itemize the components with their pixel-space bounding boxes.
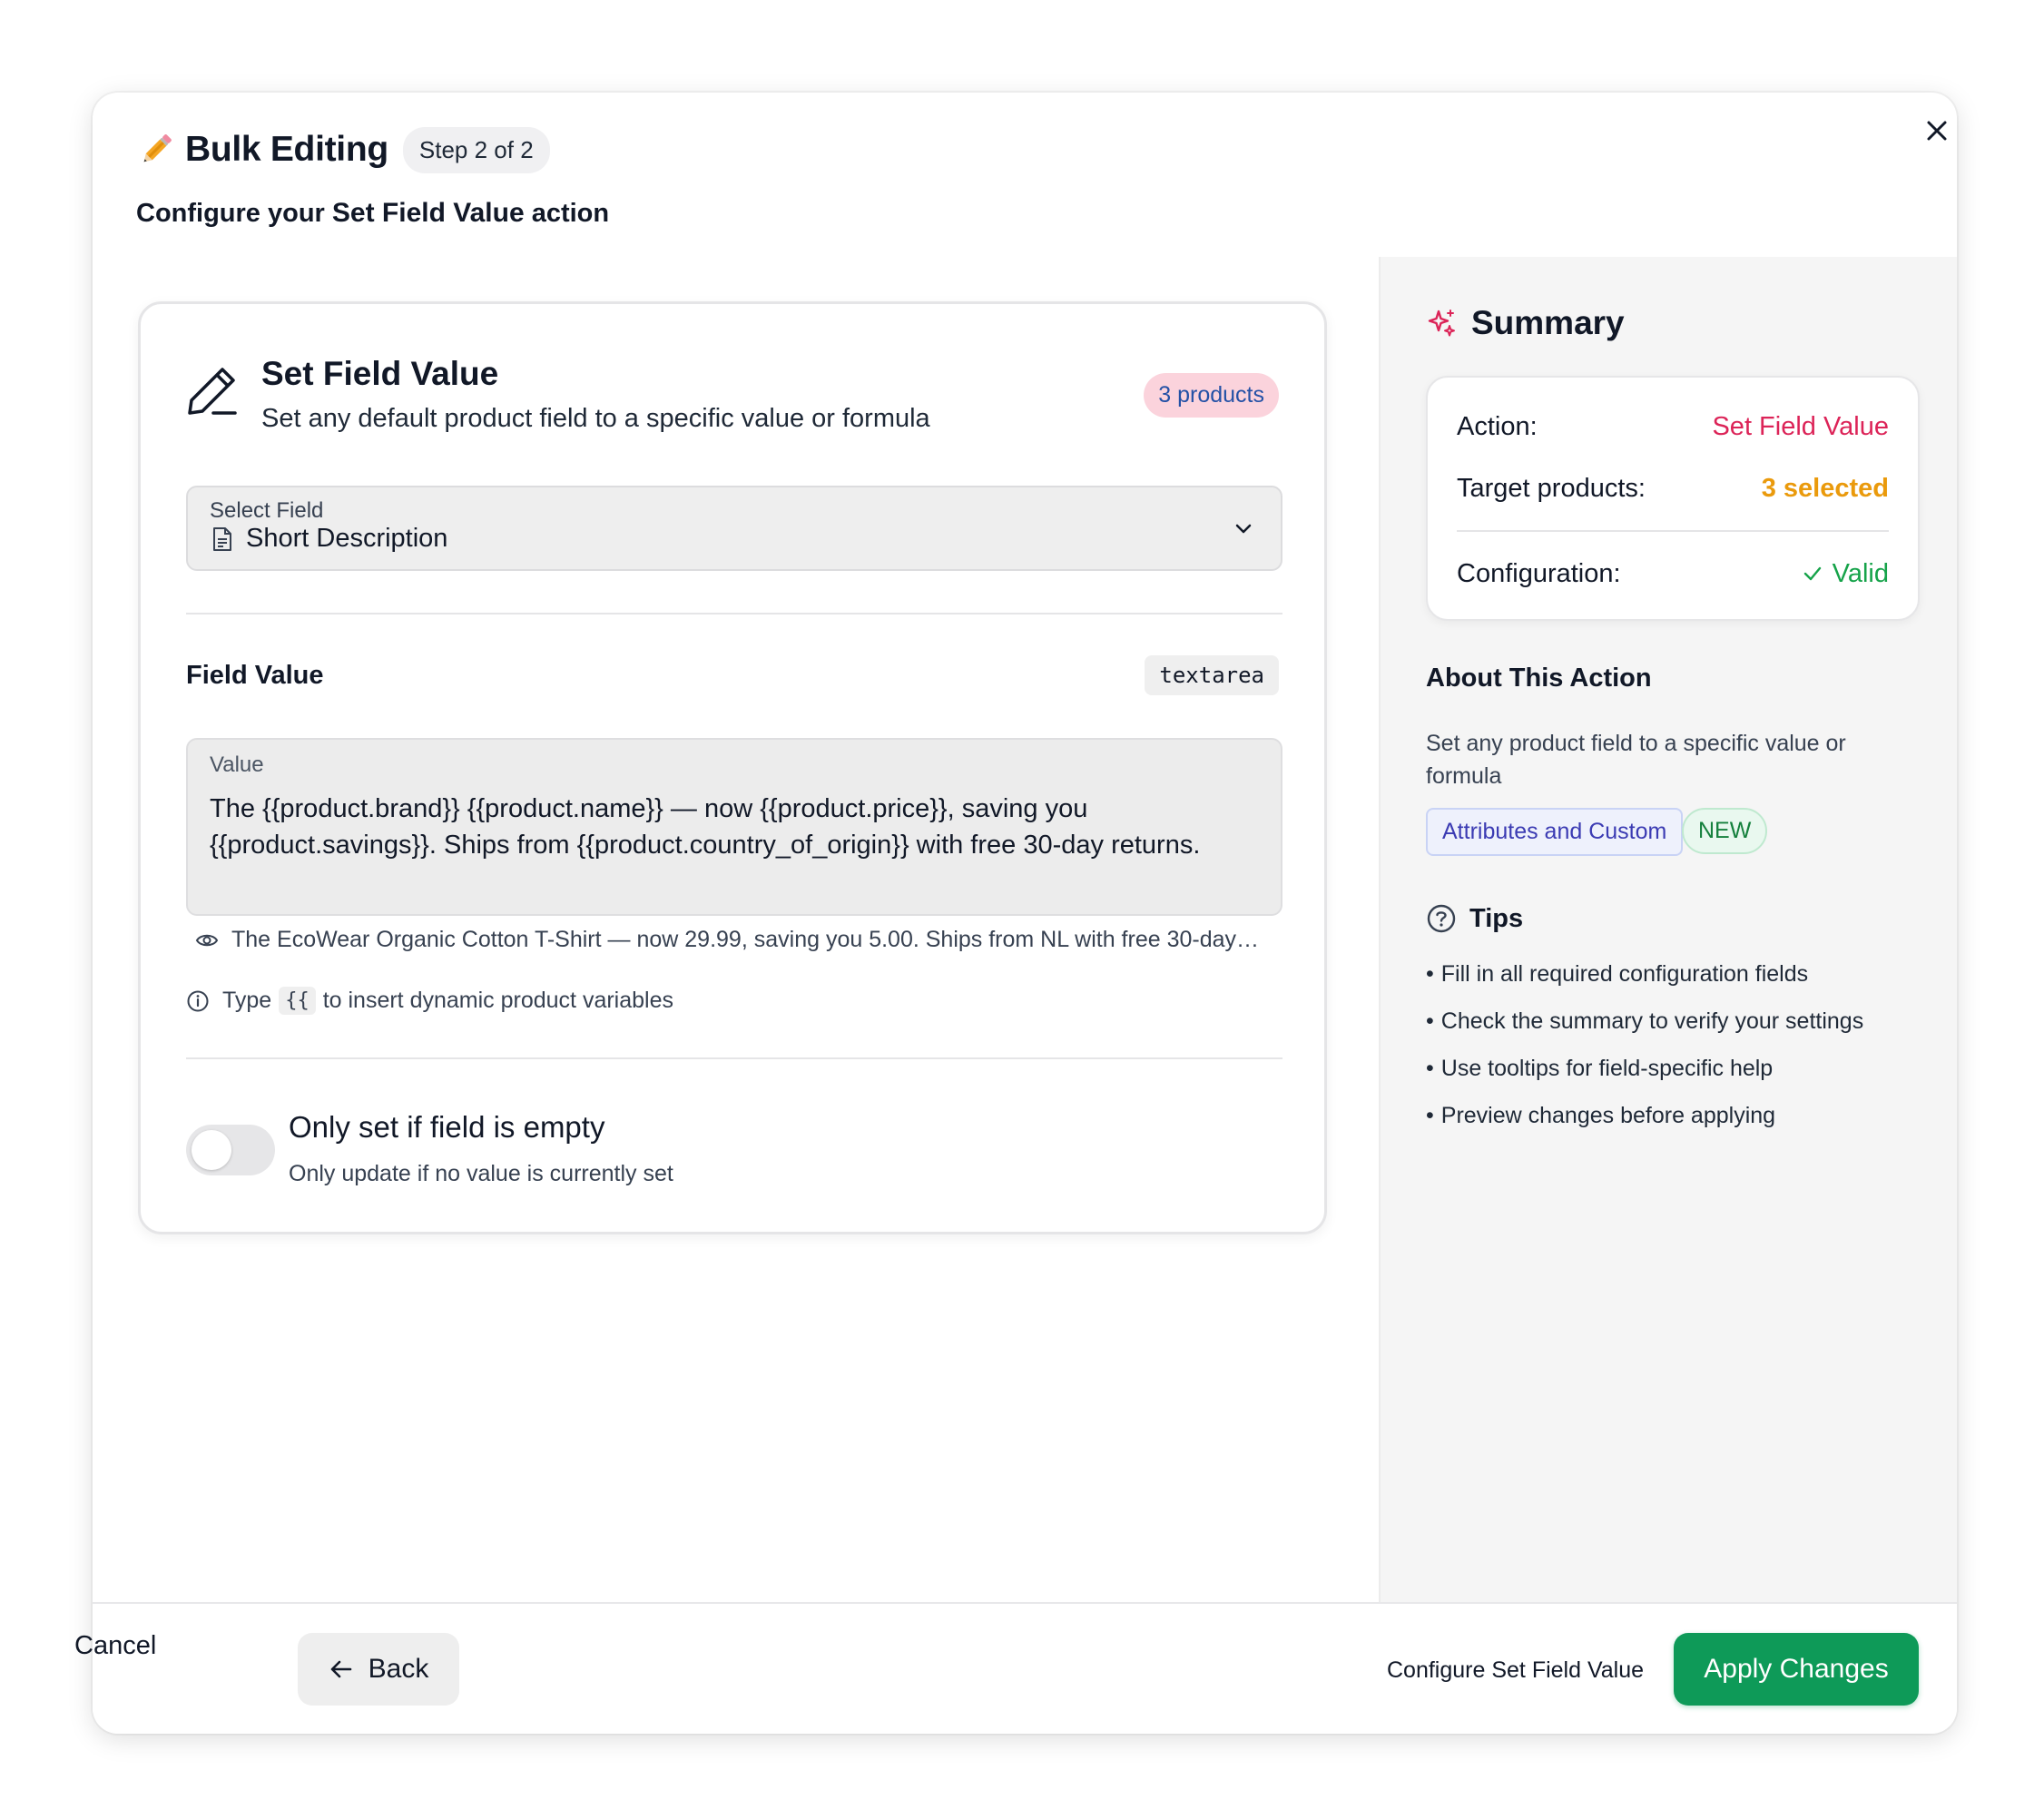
summary-divider bbox=[1457, 530, 1889, 532]
summary-key: Action: bbox=[1457, 411, 1538, 441]
value-textarea-content[interactable]: The {{product.brand}} {{product.name}} —… bbox=[210, 791, 1259, 863]
select-field-dropdown[interactable]: Select Field Short Description bbox=[186, 486, 1282, 571]
card-description: Set any default product field to a speci… bbox=[261, 404, 930, 433]
category-badge: Attributes and Custom bbox=[1426, 808, 1684, 856]
summary-row-configuration: Configuration: Valid bbox=[1457, 556, 1889, 592]
valid-text: Valid bbox=[1832, 558, 1889, 588]
pencil-emoji-icon bbox=[143, 134, 172, 162]
section-divider bbox=[186, 1057, 1282, 1059]
chevron-down-icon bbox=[1235, 524, 1252, 534]
field-type-badge: textarea bbox=[1145, 655, 1279, 695]
tip-item: Fill in all required configuration field… bbox=[1426, 956, 1863, 1003]
toggle-title: Only set if field is empty bbox=[289, 1110, 605, 1144]
modal-header: Bulk Editing Step 2 of 2 Configure your … bbox=[136, 125, 1913, 261]
card-title: Set Field Value bbox=[261, 355, 499, 392]
new-badge: NEW bbox=[1682, 808, 1768, 854]
help-circle-icon bbox=[1427, 904, 1456, 933]
summary-action-value: Set Field Value bbox=[1712, 411, 1889, 441]
tip-item: Preview changes before applying bbox=[1426, 1097, 1863, 1145]
about-title: About This Action bbox=[1426, 664, 1652, 693]
subtitle-suffix: action bbox=[524, 199, 610, 228]
bulk-editing-modal: Bulk Editing Step 2 of 2 Configure your … bbox=[93, 93, 1957, 1734]
tips-title: Tips bbox=[1469, 903, 1524, 933]
modal-subtitle: Configure your Set Field Value action bbox=[136, 198, 1913, 229]
check-icon bbox=[1803, 566, 1821, 581]
hint-code-chip: {{ bbox=[279, 987, 316, 1015]
select-field-value-row: Short Description bbox=[211, 524, 447, 554]
eye-icon bbox=[195, 934, 219, 946]
info-icon bbox=[187, 990, 209, 1011]
select-field-label: Select Field bbox=[210, 498, 324, 523]
value-textarea-label: Value bbox=[210, 752, 264, 777]
tip-item: Use tooltips for field-specific help bbox=[1426, 1050, 1863, 1097]
modal-title: Bulk Editing bbox=[185, 130, 388, 169]
preview-text: The EcoWear Organic Cotton T-Shirt — now… bbox=[231, 927, 1260, 952]
pencil-icon bbox=[188, 368, 237, 415]
configure-status-text: Configure Set Field Value bbox=[1387, 1657, 1645, 1683]
hint-prefix: Type bbox=[222, 988, 272, 1013]
close-button[interactable] bbox=[1919, 113, 1955, 149]
summary-row-action: Action: Set Field Value bbox=[1457, 408, 1889, 445]
back-label: Back bbox=[368, 1654, 429, 1684]
summary-header: Summary bbox=[1426, 304, 1625, 342]
arrow-left-icon bbox=[330, 1660, 351, 1678]
sparkles-icon bbox=[1428, 310, 1455, 337]
back-button[interactable]: Back bbox=[298, 1633, 459, 1706]
summary-row-target: Target products: 3 selected bbox=[1457, 470, 1889, 506]
field-value-heading: Field Value bbox=[186, 661, 324, 690]
action-config-card: Set Field Value Set any default product … bbox=[138, 301, 1327, 1234]
select-field-value: Short Description bbox=[246, 524, 448, 553]
only-if-empty-toggle[interactable] bbox=[186, 1125, 275, 1175]
subtitle-action: Set Field Value bbox=[331, 198, 525, 228]
value-preview: The EcoWear Organic Cotton T-Shirt — now… bbox=[195, 927, 1284, 953]
subtitle-prefix: Configure your bbox=[136, 199, 332, 228]
variables-hint: Type {{ to insert dynamic product variab… bbox=[186, 987, 673, 1015]
document-icon bbox=[213, 526, 231, 551]
hint-suffix: to insert dynamic product variables bbox=[322, 988, 673, 1013]
toggle-knob bbox=[192, 1130, 231, 1170]
toggle-description: Only update if no value is currently set bbox=[289, 1161, 673, 1186]
summary-title: Summary bbox=[1471, 304, 1625, 341]
close-icon bbox=[1927, 121, 1947, 141]
summary-target-value: 3 selected bbox=[1761, 473, 1889, 503]
step-badge: Step 2 of 2 bbox=[402, 126, 550, 173]
summary-key: Target products: bbox=[1457, 473, 1646, 503]
products-count-badge: 3 products bbox=[1144, 373, 1279, 418]
value-textarea[interactable]: Value The {{product.brand}} {{product.na… bbox=[186, 738, 1282, 916]
summary-card: Action: Set Field Value Target products:… bbox=[1426, 376, 1920, 621]
title-row: Bulk Editing Step 2 of 2 bbox=[136, 125, 1913, 174]
tips-header: Tips bbox=[1426, 903, 1523, 934]
tips-list: Fill in all required configuration field… bbox=[1426, 956, 1863, 1145]
cancel-button[interactable]: Cancel bbox=[53, 1631, 178, 1661]
tip-item: Check the summary to verify your setting… bbox=[1426, 1003, 1863, 1050]
about-description: Set any product field to a specific valu… bbox=[1426, 731, 1846, 789]
summary-key: Configuration: bbox=[1457, 558, 1621, 588]
section-divider bbox=[186, 613, 1282, 615]
apply-changes-button[interactable]: Apply Changes bbox=[1674, 1633, 1919, 1706]
summary-valid-value: Valid bbox=[1802, 559, 1889, 589]
summary-sidepanel: Summary Action: Set Field Value Target p… bbox=[1379, 257, 1957, 1602]
card-header: Set Field Value Set any default product … bbox=[186, 351, 1279, 442]
